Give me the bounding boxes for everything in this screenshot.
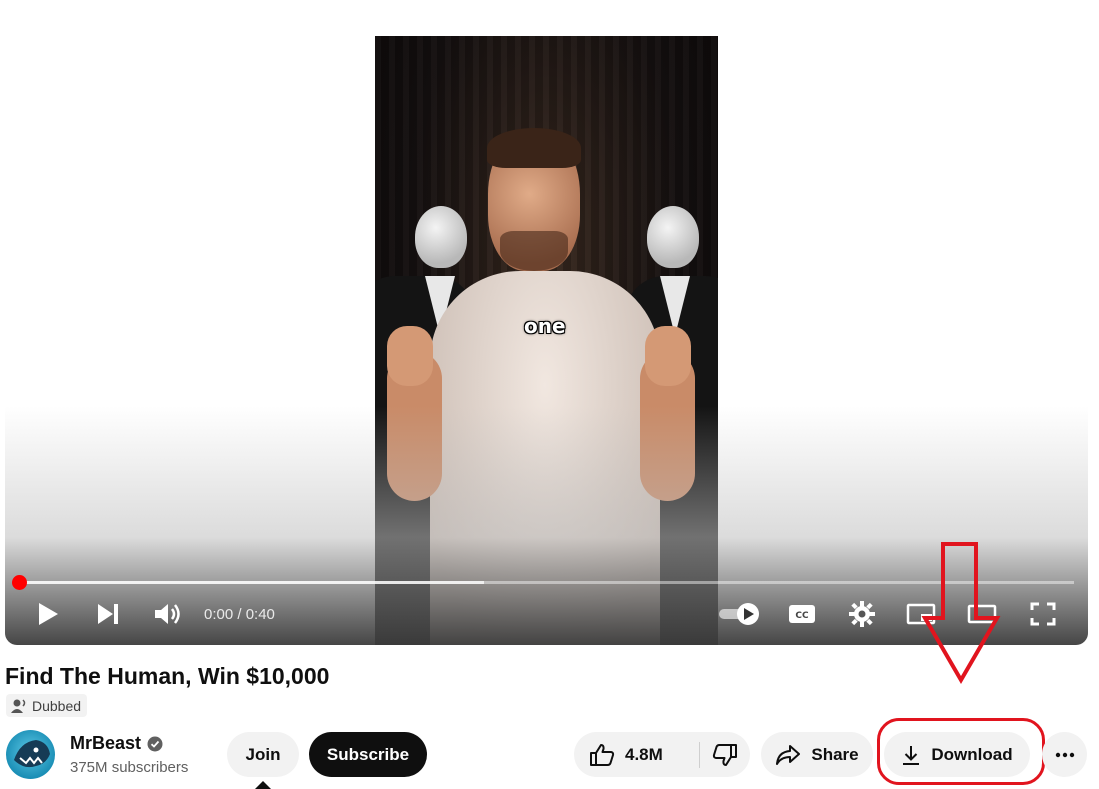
person-beard	[500, 231, 568, 271]
dislike-icon	[712, 743, 737, 766]
time-display: 0:00 / 0:40	[204, 606, 275, 623]
share-icon	[776, 744, 801, 765]
channel-name[interactable]: MrBeast	[70, 733, 163, 754]
dislike-button[interactable]	[700, 732, 750, 777]
volume-icon	[155, 604, 180, 624]
like-button[interactable]: 4.8M	[574, 732, 699, 777]
annotation-arrow-icon	[921, 542, 1001, 684]
volume-button[interactable]	[151, 598, 183, 630]
captions-button[interactable]: CC	[785, 598, 819, 630]
like-dislike-group: 4.8M	[574, 732, 750, 777]
svg-text:CC: CC	[795, 611, 809, 621]
video-caption: one	[524, 314, 566, 338]
captions-icon: CC	[789, 605, 815, 623]
channel-avatar[interactable]	[6, 730, 55, 779]
play-icon	[39, 603, 58, 625]
autoplay-toggle[interactable]	[716, 598, 762, 630]
progress-buffered	[20, 581, 484, 584]
more-options-icon	[1055, 752, 1074, 757]
next-icon	[98, 604, 118, 624]
person-hair	[487, 128, 581, 168]
subscriber-count: 375M subscribers	[70, 759, 189, 776]
share-button[interactable]: Share	[761, 732, 873, 777]
settings-icon	[849, 601, 875, 627]
share-label: Share	[811, 744, 859, 764]
subscribe-button[interactable]: Subscribe	[309, 732, 427, 777]
dubbed-badge: Dubbed	[6, 694, 88, 717]
fullscreen-button[interactable]	[1026, 598, 1060, 630]
autoplay-toggle-icon	[719, 603, 759, 625]
video-title: Find The Human, Win $10,000	[5, 663, 330, 689]
like-icon	[590, 743, 615, 766]
more-options-button[interactable]	[1042, 732, 1087, 777]
play-button[interactable]	[33, 598, 63, 630]
download-highlight-annotation	[877, 718, 1045, 785]
settings-button[interactable]	[845, 598, 879, 630]
next-button[interactable]	[93, 598, 123, 630]
join-button[interactable]: Join	[227, 732, 299, 777]
verified-icon	[147, 736, 163, 751]
progress-bar[interactable]	[20, 581, 1074, 584]
avatar-logo	[14, 740, 50, 768]
progress-scrubber[interactable]	[12, 575, 27, 590]
join-tooltip-pointer	[255, 781, 271, 789]
like-count: 4.8M	[625, 744, 663, 764]
person-right-thumb	[645, 326, 691, 386]
dubbed-icon	[11, 698, 26, 713]
dubbed-label: Dubbed	[32, 697, 82, 714]
fullscreen-icon	[1030, 602, 1056, 626]
channel-name-text[interactable]: MrBeast	[70, 733, 141, 754]
person-left-thumb	[387, 326, 433, 386]
